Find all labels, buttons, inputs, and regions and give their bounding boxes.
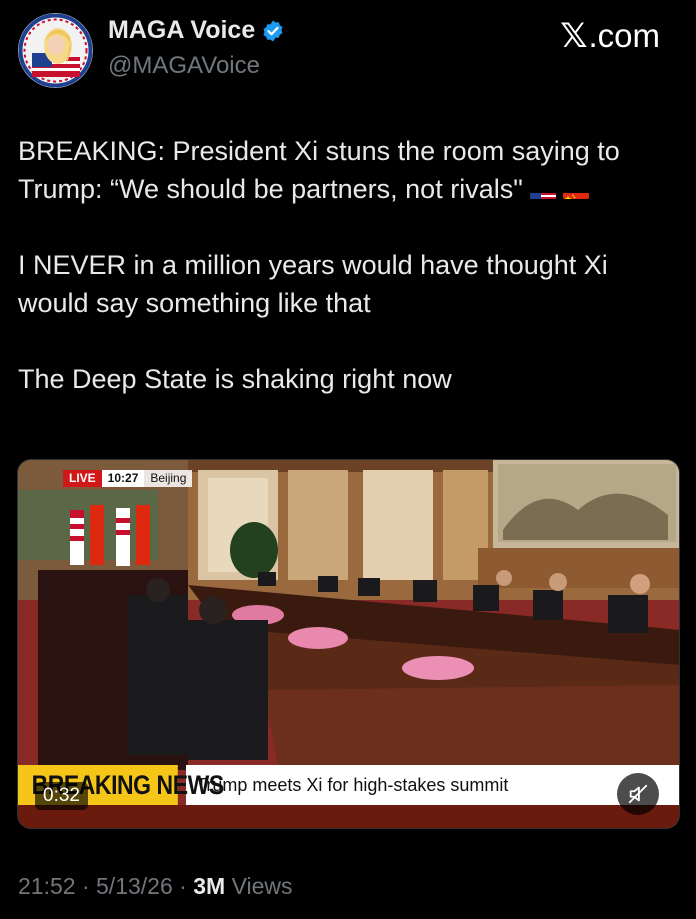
tweet-paragraph: BREAKING: President Xi stuns the room sa… xyxy=(18,132,683,208)
breaking-news-banner: BREAKING NEWS Trump meets Xi for high-st… xyxy=(18,765,679,805)
video-duration: 0:32 xyxy=(35,782,88,810)
avatar[interactable] xyxy=(18,13,93,88)
views-count: 3M xyxy=(193,873,226,899)
tweet-date[interactable]: 5/13/26 xyxy=(96,873,173,899)
author-display-name: MAGA Voice xyxy=(108,16,256,44)
x-logo[interactable]: 𝕏 .com xyxy=(560,16,660,56)
author-handle[interactable]: @MAGAVoice xyxy=(108,52,260,80)
x-logo-icon: 𝕏 xyxy=(560,17,588,55)
x-logo-text: .com xyxy=(588,17,660,54)
us-flag-icon xyxy=(529,182,556,199)
tweet-paragraph: The Deep State is shaking right now xyxy=(18,364,452,394)
video-player[interactable]: LIVE 10:27 Beijing BREAKING NEWS Trump m… xyxy=(17,459,680,829)
mute-button[interactable] xyxy=(617,773,659,815)
author-name[interactable]: MAGA Voice xyxy=(108,16,285,45)
tweet-paragraph: I NEVER in a million years would have th… xyxy=(18,250,608,318)
avatar-image xyxy=(18,13,93,88)
news-headline: Trump meets Xi for high-stakes summit xyxy=(186,765,679,805)
tweet-meta: 21:52 · 5/13/26 · 3M Views xyxy=(18,873,293,900)
live-time: 10:27 xyxy=(101,470,145,487)
tweet-text: BREAKING: President Xi stuns the room sa… xyxy=(18,132,683,436)
tweet-time[interactable]: 21:52 xyxy=(18,873,76,899)
meta-separator: · xyxy=(179,873,187,899)
live-badge: LIVE xyxy=(63,470,102,487)
news-ticker-strip xyxy=(18,805,679,828)
live-location: Beijing xyxy=(144,470,193,487)
china-flag-icon xyxy=(562,182,589,199)
meta-separator: · xyxy=(81,873,90,899)
views-label: Views xyxy=(231,873,293,899)
muted-speaker-icon xyxy=(628,784,648,804)
live-indicator: LIVE 10:27 Beijing xyxy=(63,470,193,487)
verified-badge-icon xyxy=(261,19,285,43)
